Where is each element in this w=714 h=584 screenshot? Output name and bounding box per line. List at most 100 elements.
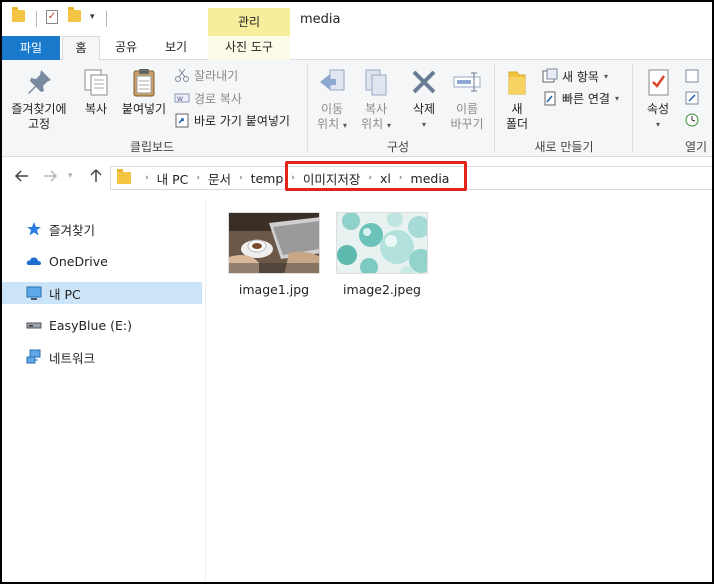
delete-button[interactable]: 삭제 ▾ xyxy=(404,66,444,132)
copy-to-label-line1: 복사 xyxy=(364,102,388,116)
rename-button[interactable]: 이름 바꾸기 xyxy=(446,66,488,132)
file-item[interactable]: image1.jpg xyxy=(226,212,322,297)
nav-item-quick-access[interactable]: 즐겨찾기 xyxy=(2,218,202,240)
history-button[interactable] xyxy=(684,111,704,129)
group-label-organize: 구성 xyxy=(386,140,410,154)
group-label-clipboard: 클립보드 xyxy=(129,140,175,154)
forward-arrow-icon[interactable] xyxy=(42,168,58,188)
context-tab-manage[interactable]: 관리 xyxy=(208,8,290,36)
tab-share[interactable]: 공유 xyxy=(106,36,146,60)
new-item-button[interactable]: 새 항목 ▾ xyxy=(542,67,608,85)
tab-view[interactable]: 보기 xyxy=(156,36,196,60)
nav-item-label: 즐겨찾기 xyxy=(49,222,96,238)
image-thumbnail xyxy=(336,212,428,274)
cut-button[interactable]: 잘라내기 xyxy=(174,66,238,84)
drive-icon xyxy=(26,317,42,333)
pin-label-line2: 고정 xyxy=(27,117,51,131)
properties-label: 속성 xyxy=(646,102,670,116)
up-arrow-icon[interactable] xyxy=(88,168,104,188)
breadcrumb-separator-icon[interactable]: › xyxy=(145,173,149,183)
open-button[interactable] xyxy=(684,67,704,85)
new-folder-label-line2: 폴더 xyxy=(505,117,529,131)
pin-label-line1: 즐겨찾기에 xyxy=(11,102,67,116)
pin-icon xyxy=(23,66,55,98)
nav-item-label: EasyBlue (E:) xyxy=(49,317,132,333)
properties-check-icon[interactable]: ✓ xyxy=(46,10,58,24)
file-list: image1.jpg image2.jpeg xyxy=(206,198,712,582)
paste-shortcut-label: 바로 가기 붙여넣기 xyxy=(194,113,290,128)
file-name: image2.jpeg xyxy=(343,282,421,297)
ribbon-tabs: 파일 홈 공유 보기 사진 도구 xyxy=(2,36,712,61)
image-thumbnail xyxy=(228,212,320,274)
quick-access-dropdown-icon[interactable]: ▾ xyxy=(90,12,95,22)
paste-icon xyxy=(128,66,160,98)
tab-home[interactable]: 홈 xyxy=(62,36,100,61)
breadcrumb-documents[interactable]: 문서 xyxy=(208,169,231,188)
move-to-button[interactable]: 이동 위치 ▾ xyxy=(310,66,354,133)
network-icon xyxy=(26,349,42,365)
move-label-line2: 위치 ▾ xyxy=(317,117,347,131)
paste-button[interactable]: 붙여넣기 xyxy=(118,66,170,117)
new-item-label: 새 항목 xyxy=(562,69,599,84)
folder-icon xyxy=(12,7,25,22)
nav-item-this-pc[interactable]: 내 PC xyxy=(2,282,202,304)
nav-item-network[interactable]: 네트워크 xyxy=(2,346,202,368)
cut-label: 잘라내기 xyxy=(194,68,239,83)
delete-label: 삭제 xyxy=(412,102,436,116)
copy-path-label: 경로 복사 xyxy=(194,91,242,106)
computer-icon xyxy=(26,285,42,301)
cloud-icon xyxy=(26,253,42,269)
path-icon: W xyxy=(174,90,190,106)
folder-icon xyxy=(501,66,533,98)
properties-button[interactable]: 속성 ▾ xyxy=(640,66,676,132)
nav-item-label: 네트워크 xyxy=(49,350,96,366)
breadcrumb-this-pc[interactable]: 내 PC xyxy=(157,169,189,188)
chevron-down-icon: ▾ xyxy=(603,71,608,81)
paste-shortcut-button[interactable]: 바로 가기 붙여넣기 xyxy=(174,111,290,129)
chevron-down-icon[interactable]: ▾ xyxy=(640,117,676,132)
new-folder-icon[interactable] xyxy=(68,7,81,22)
paste-label: 붙여넣기 xyxy=(121,102,167,116)
easy-access-button[interactable]: 빠른 연결 ▾ xyxy=(542,89,619,107)
new-folder-button[interactable]: 새 폴더 xyxy=(500,66,534,132)
scissors-icon xyxy=(174,67,190,83)
breadcrumb-temp[interactable]: temp xyxy=(251,171,284,186)
back-arrow-icon[interactable] xyxy=(14,168,30,188)
move-label-line1: 이동 xyxy=(320,102,344,116)
copy-button[interactable]: 복사 xyxy=(76,66,116,117)
nav-item-drive-e[interactable]: EasyBlue (E:) xyxy=(2,314,202,336)
window-title: media xyxy=(300,12,341,27)
annotation-highlight-box xyxy=(285,161,467,191)
divider xyxy=(36,11,37,27)
divider xyxy=(494,64,495,152)
svg-text:W: W xyxy=(177,96,183,103)
shortcut-icon xyxy=(174,112,190,128)
rename-icon xyxy=(451,66,483,98)
breadcrumb-separator-icon[interactable]: › xyxy=(196,173,200,183)
folder-icon xyxy=(117,169,131,184)
ribbon: 즐겨찾기에 고정 복사 붙여넣기 잘라내기 W 경로 복사 바로 가기 붙여넣기 xyxy=(2,60,712,157)
history-icon xyxy=(684,112,700,128)
divider xyxy=(106,11,107,27)
star-icon xyxy=(26,221,42,237)
tab-picture-tools[interactable]: 사진 도구 xyxy=(208,36,290,60)
nav-item-onedrive[interactable]: OneDrive xyxy=(2,250,202,272)
recent-locations-chevron-icon[interactable]: ▾ xyxy=(68,171,73,181)
group-label-open: 열기 xyxy=(684,140,708,154)
title-bar: ✓ ▾ 관리 media xyxy=(2,2,712,36)
rename-label-line2: 바꾸기 xyxy=(450,117,484,131)
breadcrumb-separator-icon[interactable]: › xyxy=(239,173,243,183)
copy-to-button[interactable]: 복사 위치 ▾ xyxy=(354,66,398,133)
file-item[interactable]: image2.jpeg xyxy=(334,212,430,297)
copy-to-icon xyxy=(360,66,392,98)
open-icon xyxy=(684,68,700,84)
pin-to-quick-access-button[interactable]: 즐겨찾기에 고정 xyxy=(8,66,70,132)
explorer-window: ✓ ▾ 관리 media 파일 홈 공유 보기 사진 도구 즐겨찾기에 고정 복… xyxy=(2,2,712,582)
divider xyxy=(632,64,633,152)
chevron-down-icon[interactable]: ▾ xyxy=(404,117,444,132)
easy-access-icon xyxy=(542,90,558,106)
copy-path-button[interactable]: W 경로 복사 xyxy=(174,89,242,107)
tab-file[interactable]: 파일 xyxy=(2,36,60,60)
edit-button[interactable] xyxy=(684,89,704,107)
file-name: image1.jpg xyxy=(238,282,310,297)
